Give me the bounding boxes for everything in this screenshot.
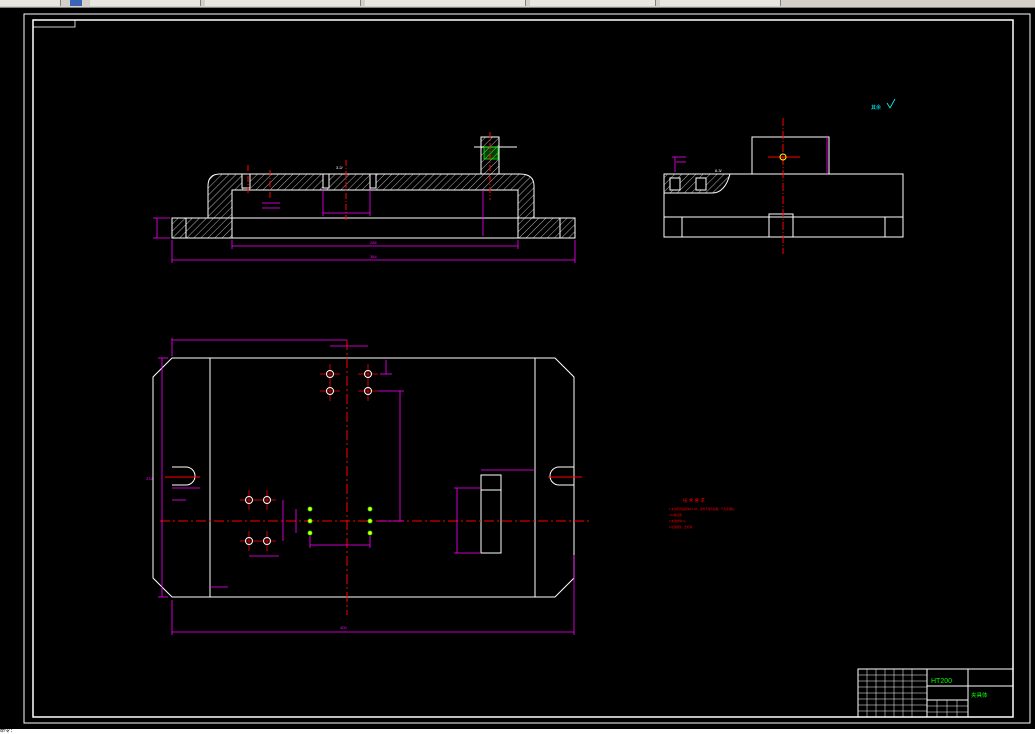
title-block: HT200 夹具体 — [857, 668, 1014, 718]
tapped-hole — [241, 173, 251, 189]
tech-requirements: 技 术 要 求 1.未注明铸造圆角R3~R5，铸件不得有砂眼、气孔等缺陷。 2.… — [669, 497, 736, 529]
toolbar-segment[interactable] — [365, 0, 526, 6]
plan-dimensions — [158, 338, 575, 635]
inner-sheet-border — [32, 19, 1014, 718]
dim-label: 400 — [340, 625, 347, 630]
toolbar-segment[interactable] — [660, 0, 781, 6]
dim-label: 384 — [370, 254, 377, 259]
boss-insert — [483, 146, 499, 160]
part-name-label: 夹具体 — [971, 691, 988, 699]
tech-req-line: 3.未注倒角C1。 — [669, 519, 687, 523]
dim-label: 232 — [146, 476, 153, 481]
side-dimensions — [672, 137, 828, 174]
toolbar-segment[interactable] — [530, 0, 656, 6]
side-tapped-hole — [695, 177, 707, 191]
drawing-number-box — [32, 19, 76, 28]
tech-req-line: 1.未注明铸造圆角R3~R5，铸件不得有砂眼、气孔等缺陷。 — [669, 507, 736, 511]
roughness-mark: 3.2/ — [336, 165, 344, 170]
u-slot-right — [549, 466, 574, 486]
side-view: 6.3/ — [663, 118, 904, 254]
cad-drawing-canvas[interactable]: 384 286 3.2/ 6.3/ 其余 400 232 技 术 要 求 1.未… — [0, 7, 1035, 729]
side-tapped-hole — [669, 177, 681, 191]
side-boss-outline — [751, 136, 830, 175]
holes-top — [326, 370, 372, 395]
tech-req-title: 技 术 要 求 — [683, 497, 705, 504]
outer-sheet-border — [23, 13, 1031, 724]
tech-req-line: 2.时效处理。 — [669, 513, 684, 517]
tech-req-line: 4.锐边倒钝，去毛刺。 — [669, 525, 695, 529]
tapped-hole — [322, 173, 330, 189]
toolbar-segment[interactable] — [90, 0, 201, 6]
tb-grid-left — [858, 669, 968, 717]
plan-view: 400 232 — [146, 338, 590, 635]
surface-finish-note: 其余 — [871, 98, 896, 111]
plan-outline — [152, 357, 575, 598]
surface-finish-text: 其余 — [871, 104, 881, 111]
tapped-hole — [369, 173, 377, 189]
hole-crosses-top — [320, 364, 378, 401]
command-line[interactable]: 命令: — [0, 729, 1035, 734]
roughness-mark: 6.3/ — [715, 168, 723, 173]
front-section-view: 384 286 3.2/ — [153, 132, 576, 263]
locating-block — [480, 474, 502, 554]
material-label: HT200 — [931, 678, 952, 685]
dim-label: 286 — [370, 240, 377, 245]
roughness-symbol-icon — [886, 98, 896, 109]
toolbar-segment[interactable] — [0, 0, 61, 6]
layer-icon[interactable] — [70, 0, 82, 6]
u-slot-left — [172, 466, 196, 486]
toolbar-segment[interactable] — [205, 0, 361, 6]
cavity — [231, 189, 519, 239]
